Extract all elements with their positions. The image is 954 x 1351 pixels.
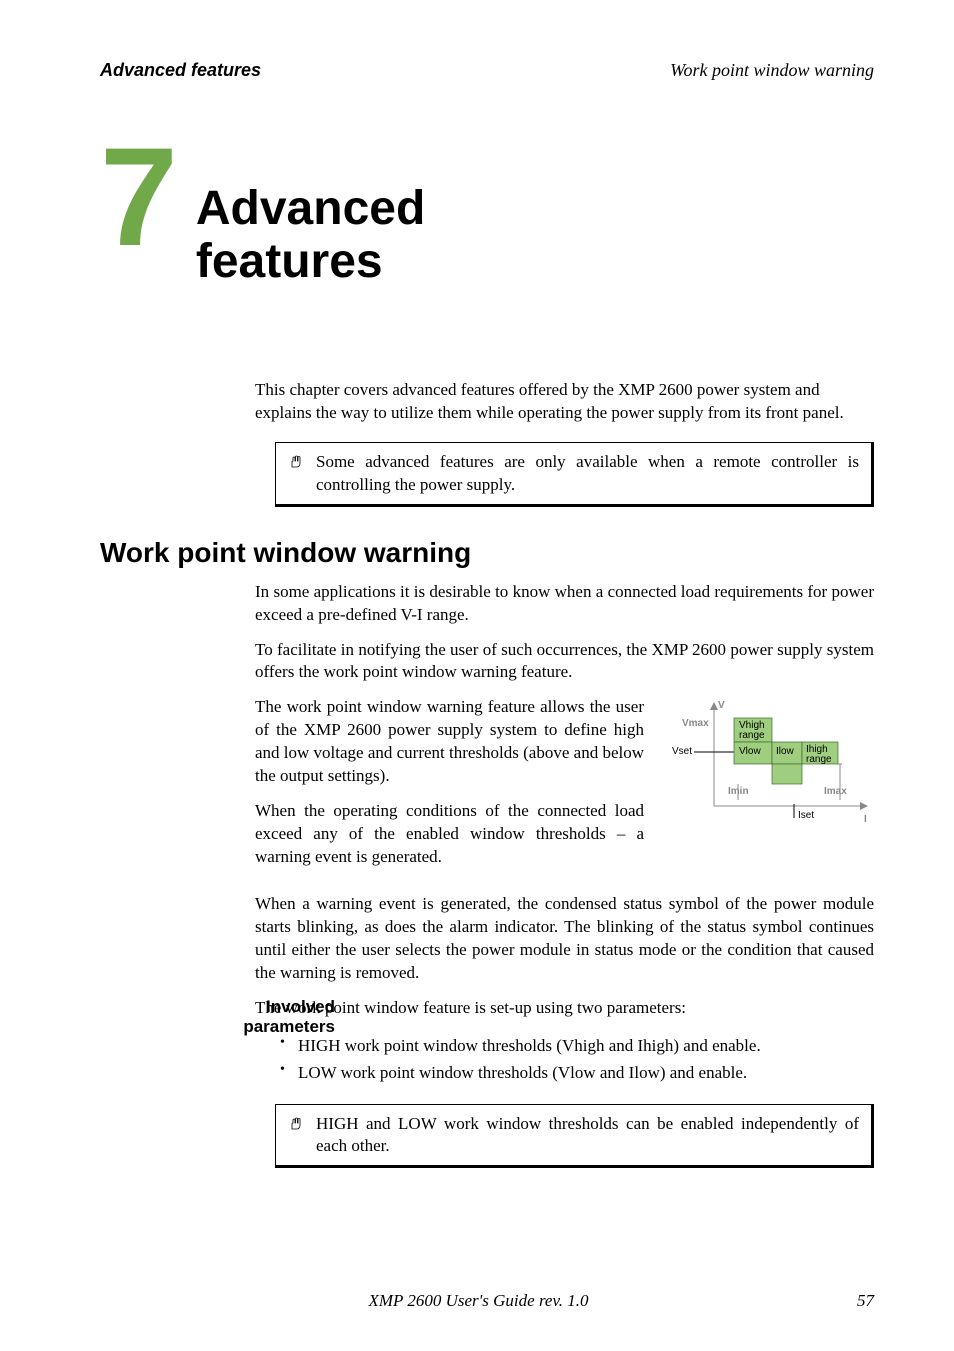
label-v: V <box>718 700 725 711</box>
chapter-title-line1: Advanced <box>196 182 425 235</box>
footer-page-number: 57 <box>857 1291 874 1311</box>
page-header: Advanced features Work point window warn… <box>100 60 874 81</box>
label-imax: Imax <box>824 786 847 797</box>
label-iset: Iset <box>798 810 814 821</box>
chapter-title-line2: features <box>196 235 383 288</box>
sidebar-line1: Involved <box>266 997 335 1016</box>
paragraph-4: When the operating conditions of the con… <box>255 800 644 869</box>
label-ilow: Ilow <box>776 746 795 757</box>
label-ihigh-range: range <box>806 754 832 765</box>
header-left: Advanced features <box>100 60 261 81</box>
hand-point-icon <box>288 453 304 474</box>
label-vset: Vset <box>672 746 692 757</box>
note-box-2: HIGH and LOW work window thresholds can … <box>275 1104 874 1168</box>
paragraph-2: To facilitate in notifying the user of s… <box>255 639 874 685</box>
paragraph-5: When a warning event is generated, the c… <box>255 893 874 985</box>
label-i: I <box>864 814 867 825</box>
note-text-2: HIGH and LOW work window thresholds can … <box>316 1113 859 1157</box>
note-text-1: Some advanced features are only availabl… <box>316 451 859 495</box>
paragraph-3: The work point window warning feature al… <box>255 696 644 788</box>
page-footer: XMP 2600 User's Guide rev. 1.0 57 <box>100 1291 874 1311</box>
header-right: Work point window warning <box>670 60 874 81</box>
chapter-number: 7 <box>100 141 178 253</box>
footer-center: XMP 2600 User's Guide rev. 1.0 <box>100 1291 857 1311</box>
bullet-2: LOW work point window thresholds (Vlow a… <box>280 1059 874 1086</box>
note-box-1: Some advanced features are only availabl… <box>275 442 874 506</box>
paragraph-6: The work point window feature is set-up … <box>255 997 874 1020</box>
hand-point-icon <box>288 1115 304 1136</box>
bullet-1: HIGH work point window thresholds (Vhigh… <box>280 1032 874 1059</box>
label-vlow: Vlow <box>739 746 761 757</box>
chapter-title: Advanced features <box>196 183 425 289</box>
label-vhigh-range: range <box>739 730 765 741</box>
label-vmax: Vmax <box>682 718 709 729</box>
figure-wrap: The work point window warning feature al… <box>255 696 874 881</box>
section-heading: Work point window warning <box>100 537 874 569</box>
intro-paragraph: This chapter covers advanced features of… <box>255 379 874 425</box>
vi-threshold-diagram: V Vmax Vset Vhigh range Vlow Ilow Ihigh … <box>664 696 874 846</box>
chapter-heading: 7 Advanced features <box>100 141 874 289</box>
paragraph-1: In some applications it is desirable to … <box>255 581 874 627</box>
bullet-list: HIGH work point window thresholds (Vhigh… <box>280 1032 874 1086</box>
